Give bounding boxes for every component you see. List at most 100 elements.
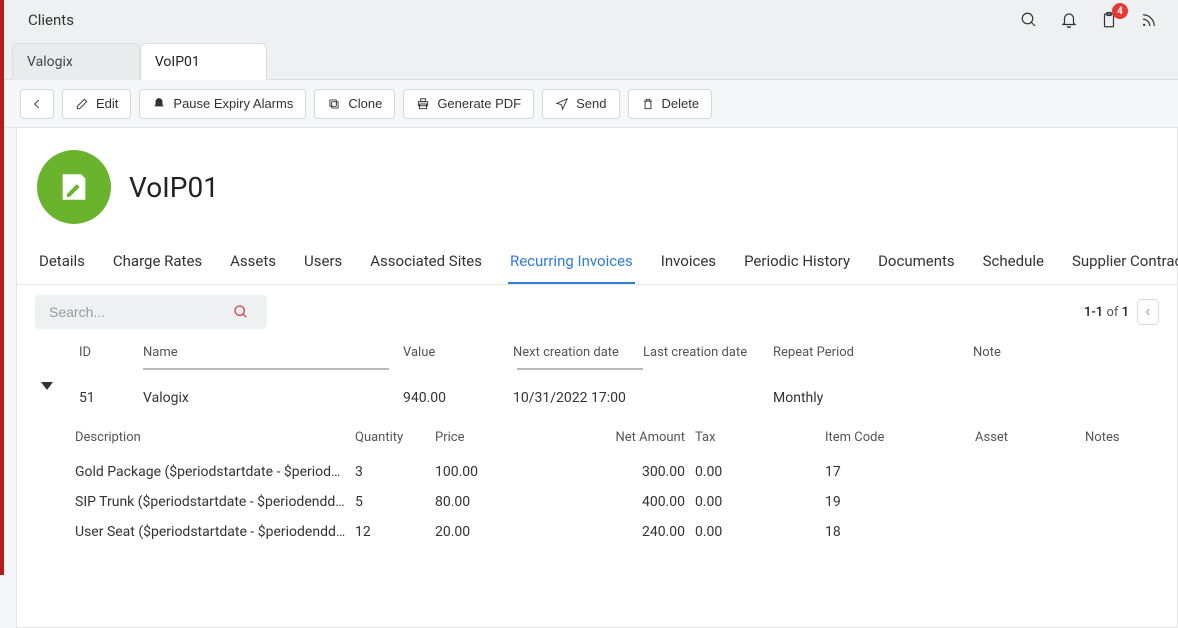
pager-of-word: of: [1106, 305, 1118, 320]
page-title: VoIP01: [129, 171, 219, 204]
dcell-description: User Seat ($periodstartdate - $periodend…: [75, 524, 355, 540]
tab-periodic-history[interactable]: Periodic History: [742, 242, 852, 284]
page-head: VoIP01: [17, 128, 1177, 242]
row-expander-button[interactable]: [35, 390, 79, 406]
button-label: Edit: [96, 96, 118, 111]
tab-label: Valogix: [27, 54, 73, 70]
chevron-left-icon: [1143, 307, 1153, 317]
dhdr-notes[interactable]: Notes: [1085, 430, 1175, 445]
dcell-net: 400.00: [555, 494, 695, 510]
tab-client-voip01[interactable]: VoIP01: [140, 43, 267, 80]
dcell-tax: 0.00: [695, 524, 825, 540]
search-row: 1-1 of 1: [17, 285, 1177, 339]
tab-details[interactable]: Details: [37, 242, 87, 284]
dhdr-quantity[interactable]: Quantity: [355, 430, 435, 445]
cell-name: Valogix: [143, 390, 403, 406]
dcell-net: 240.00: [555, 524, 695, 540]
hdr-value[interactable]: Value: [403, 345, 513, 360]
clone-button[interactable]: Clone: [314, 89, 395, 119]
search-icon[interactable]: [1020, 11, 1038, 29]
dhdr-description[interactable]: Description: [75, 430, 355, 445]
invoices-grid: ID Name Value Next creation date Last cr…: [17, 339, 1177, 557]
generate-pdf-button[interactable]: Generate PDF: [403, 89, 534, 119]
send-button[interactable]: Send: [542, 89, 619, 119]
invoice-line-row[interactable]: SIP Trunk ($periodstartdate - $periodend…: [75, 487, 1159, 517]
search-input[interactable]: [49, 304, 229, 320]
tab-assets[interactable]: Assets: [228, 242, 278, 284]
pause-button[interactable]: Pause Expiry Alarms: [139, 89, 306, 119]
search-icon: [233, 304, 249, 320]
breadcrumb: Clients: [28, 11, 74, 29]
edit-button[interactable]: Edit: [62, 89, 131, 119]
delete-button[interactable]: Delete: [628, 89, 713, 119]
main-tabs: Valogix VoIP01: [4, 40, 1178, 80]
pager-total: 1: [1122, 305, 1129, 320]
tab-invoices[interactable]: Invoices: [659, 242, 718, 284]
cell-id: 51: [79, 390, 143, 406]
invoice-line-row[interactable]: Gold Package ($periodstartdate - $period…: [75, 457, 1159, 487]
dcell-item: 18: [825, 524, 975, 540]
hdr-next-creation[interactable]: Next creation date: [513, 345, 643, 360]
button-label: Delete: [662, 96, 700, 111]
dcell-quantity: 5: [355, 494, 435, 510]
dcell-description: Gold Package ($periodstartdate - $period…: [75, 464, 355, 480]
hdr-repeat[interactable]: Repeat Period: [773, 345, 923, 360]
dcell-price: 100.00: [435, 464, 555, 480]
pager-range: 1-1: [1084, 305, 1103, 320]
invoice-row[interactable]: 51 Valogix 940.00 10/31/2022 17:00 Month…: [35, 372, 1159, 416]
dcell-item: 17: [825, 464, 975, 480]
cell-repeat: Monthly: [773, 390, 923, 406]
hdr-name[interactable]: Name: [143, 345, 403, 360]
header-actions: 4: [1020, 11, 1166, 29]
tab-client-valogix[interactable]: Valogix: [12, 43, 140, 80]
dhdr-price[interactable]: Price: [435, 430, 555, 445]
tab-associated-sites[interactable]: Associated Sites: [368, 242, 484, 284]
tab-supplier-contracts[interactable]: Supplier Contracts: [1070, 242, 1178, 284]
dhdr-asset[interactable]: Asset: [975, 430, 1085, 445]
pager-prev-button[interactable]: [1137, 299, 1159, 325]
invoices-grid-header: ID Name Value Next creation date Last cr…: [35, 339, 1159, 372]
hdr-last-creation[interactable]: Last creation date: [643, 345, 773, 360]
tab-users[interactable]: Users: [302, 242, 344, 284]
record-content: VoIP01 Details Charge Rates Assets Users…: [16, 128, 1178, 628]
invoice-line-row[interactable]: User Seat ($periodstartdate - $periodend…: [75, 517, 1159, 547]
dhdr-item[interactable]: Item Code: [825, 430, 975, 445]
button-label: Pause Expiry Alarms: [173, 96, 293, 111]
invoice-lines-grid: Description Quantity Price Net Amount Ta…: [35, 416, 1159, 557]
hdr-note[interactable]: Note: [923, 345, 1093, 360]
button-label: Send: [576, 96, 606, 111]
invoice-lines-header: Description Quantity Price Net Amount Ta…: [75, 422, 1159, 457]
send-icon: [555, 97, 569, 111]
dhdr-net[interactable]: Net Amount: [555, 430, 695, 445]
trash-icon: [641, 97, 655, 111]
sort-indicator-icon: [143, 368, 389, 370]
dcell-quantity: 3: [355, 464, 435, 480]
printer-icon: [416, 97, 430, 111]
clipboard-badge: 4: [1112, 3, 1128, 19]
dcell-item: 19: [825, 494, 975, 510]
hdr-id[interactable]: ID: [79, 345, 143, 360]
tab-documents[interactable]: Documents: [876, 242, 957, 284]
tab-schedule[interactable]: Schedule: [981, 242, 1046, 284]
search-box: [35, 295, 267, 329]
chevron-down-icon: [41, 382, 53, 406]
cell-next: 10/31/2022 17:00: [513, 390, 643, 406]
record-type-icon: [37, 150, 111, 224]
record-toolbar: Edit Pause Expiry Alarms Clone Generate …: [4, 80, 1178, 128]
tab-recurring-invoices[interactable]: Recurring Invoices: [508, 242, 635, 284]
button-label: Clone: [348, 96, 382, 111]
tab-label: VoIP01: [155, 54, 200, 70]
dcell-net: 300.00: [555, 464, 695, 480]
tab-charge-rates[interactable]: Charge Rates: [111, 242, 204, 284]
back-button[interactable]: [20, 89, 54, 119]
dcell-price: 20.00: [435, 524, 555, 540]
search-button[interactable]: [229, 300, 253, 324]
pager: 1-1 of 1: [1084, 299, 1159, 325]
record-sub-tabs: Details Charge Rates Assets Users Associ…: [17, 242, 1177, 285]
rss-icon[interactable]: [1140, 11, 1158, 29]
dhdr-tax[interactable]: Tax: [695, 430, 825, 445]
clipboard-icon[interactable]: 4: [1100, 11, 1118, 29]
bell-icon[interactable]: [1060, 11, 1078, 29]
sort-indicator-icon: [517, 368, 643, 370]
dcell-tax: 0.00: [695, 464, 825, 480]
